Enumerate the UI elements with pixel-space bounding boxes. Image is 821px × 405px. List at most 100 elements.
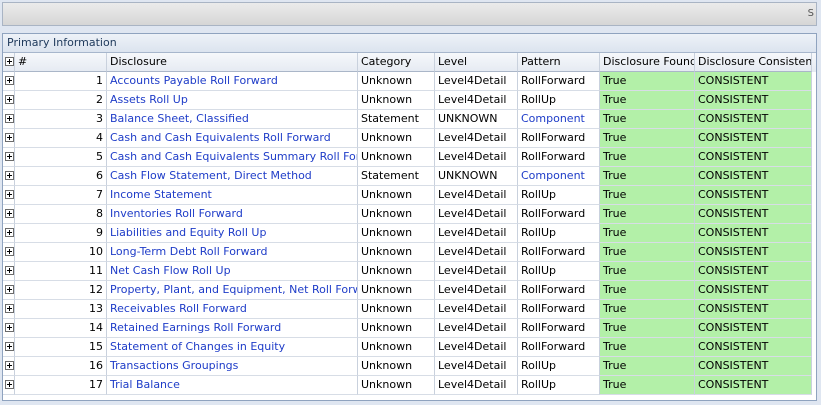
expand-plus-icon[interactable]: [5, 266, 14, 275]
row-number: 14: [15, 319, 107, 338]
expand-plus-icon[interactable]: [5, 304, 14, 313]
table-row[interactable]: 14 Retained Earnings Roll Forward Unknown L…: [3, 319, 816, 338]
disclosure-consistent-cell: CONSISTENT: [695, 338, 812, 357]
row-expand-cell[interactable]: [3, 319, 15, 338]
table-row[interactable]: 17 Trial Balance Unknown Level4Detail RollUp…: [3, 376, 816, 395]
row-expand-cell[interactable]: [3, 72, 15, 91]
row-number: 9: [15, 224, 107, 243]
level-cell: UNKNOWN: [435, 110, 518, 129]
disclosure-found-cell: True: [600, 281, 695, 300]
disclosure-link[interactable]: Cash and Cash Equivalents Summary Roll F…: [107, 148, 358, 167]
disclosure-link[interactable]: Assets Roll Up: [107, 91, 358, 110]
table-row[interactable]: 12 Property, Plant, and Equipment, Net Ro…: [3, 281, 816, 300]
disclosure-link[interactable]: Transactions Groupings: [107, 357, 358, 376]
expand-plus-icon[interactable]: [5, 95, 14, 104]
row-expand-cell[interactable]: [3, 243, 15, 262]
disclosure-consistent-cell: CONSISTENT: [695, 91, 812, 110]
expand-plus-icon[interactable]: [5, 342, 14, 351]
expand-plus-icon[interactable]: [5, 133, 14, 142]
disclosure-link[interactable]: Long-Term Debt Roll Forward: [107, 243, 358, 262]
disclosure-link[interactable]: Balance Sheet, Classified: [107, 110, 358, 129]
disclosure-link[interactable]: Accounts Payable Roll Forward: [107, 72, 358, 91]
row-expand-cell[interactable]: [3, 148, 15, 167]
row-expand-cell[interactable]: [3, 262, 15, 281]
table-row[interactable]: 5 Cash and Cash Equivalents Summary Roll …: [3, 148, 816, 167]
expand-plus-icon[interactable]: [5, 171, 14, 180]
table-row[interactable]: 9 Liabilities and Equity Roll Up Unknown Le…: [3, 224, 816, 243]
disclosure-link[interactable]: Retained Earnings Roll Forward: [107, 319, 358, 338]
disclosure-found-cell: True: [600, 300, 695, 319]
pattern-cell: RollForward: [518, 129, 600, 148]
disclosure-link[interactable]: Receivables Roll Forward: [107, 300, 358, 319]
header-expand-all[interactable]: [3, 53, 15, 72]
table-row[interactable]: 6 Cash Flow Statement, Direct Method State…: [3, 167, 816, 186]
disclosure-link[interactable]: Statement of Changes in Equity: [107, 338, 358, 357]
column-header-number[interactable]: #: [15, 53, 107, 72]
row-expand-cell[interactable]: [3, 300, 15, 319]
table-row[interactable]: 7 Income Statement Unknown Level4Detail Roll…: [3, 186, 816, 205]
table-row[interactable]: 3 Balance Sheet, Classified Statement UNKNO…: [3, 110, 816, 129]
row-expand-cell[interactable]: [3, 281, 15, 300]
table-row[interactable]: 8 Inventories Roll Forward Unknown Level4De…: [3, 205, 816, 224]
row-expand-cell[interactable]: [3, 205, 15, 224]
row-expand-cell[interactable]: [3, 129, 15, 148]
disclosure-consistent-cell: CONSISTENT: [695, 129, 812, 148]
expand-plus-icon[interactable]: [5, 209, 14, 218]
disclosure-link[interactable]: Cash and Cash Equivalents Roll Forward: [107, 129, 358, 148]
table-row[interactable]: 13 Receivables Roll Forward Unknown Level4D…: [3, 300, 816, 319]
expand-plus-icon[interactable]: [5, 190, 14, 199]
level-cell: Level4Detail: [435, 338, 518, 357]
expand-plus-icon[interactable]: [5, 152, 14, 161]
expand-plus-icon[interactable]: [5, 114, 14, 123]
disclosure-link[interactable]: Property, Plant, and Equipment, Net Roll…: [107, 281, 358, 300]
expand-plus-icon[interactable]: [5, 228, 14, 237]
expand-plus-icon[interactable]: [5, 76, 14, 85]
row-expand-cell[interactable]: [3, 186, 15, 205]
category-cell: Unknown: [358, 376, 435, 395]
expand-plus-icon[interactable]: [5, 247, 14, 256]
column-header-disclosure-found[interactable]: Disclosure Found: [600, 53, 695, 72]
expand-plus-icon[interactable]: [5, 285, 14, 294]
expand-all-icon[interactable]: [5, 57, 14, 66]
table-row[interactable]: 4 Cash and Cash Equivalents Roll Forward U…: [3, 129, 816, 148]
disclosure-consistent-cell: CONSISTENT: [695, 243, 812, 262]
column-header-disclosure[interactable]: Disclosure: [107, 53, 358, 72]
row-expand-cell[interactable]: [3, 224, 15, 243]
table-row[interactable]: 16 Transactions Groupings Unknown Level4Det…: [3, 357, 816, 376]
disclosure-link[interactable]: Liabilities and Equity Roll Up: [107, 224, 358, 243]
row-number: 1: [15, 72, 107, 91]
row-number: 11: [15, 262, 107, 281]
column-header-pattern[interactable]: Pattern: [518, 53, 600, 72]
category-cell: Unknown: [358, 338, 435, 357]
level-cell: Level4Detail: [435, 300, 518, 319]
table-row[interactable]: 1 Accounts Payable Roll Forward Unknown Lev…: [3, 72, 816, 91]
row-expand-cell[interactable]: [3, 357, 15, 376]
category-cell: Unknown: [358, 129, 435, 148]
disclosure-found-cell: True: [600, 110, 695, 129]
row-expand-cell[interactable]: [3, 376, 15, 395]
category-cell: Unknown: [358, 224, 435, 243]
row-expand-cell[interactable]: [3, 338, 15, 357]
row-expand-cell[interactable]: [3, 110, 15, 129]
disclosure-link[interactable]: Inventories Roll Forward: [107, 205, 358, 224]
table-row[interactable]: 2 Assets Roll Up Unknown Level4Detail RollUp…: [3, 91, 816, 110]
table-row[interactable]: 15 Statement of Changes in Equity Unknown L…: [3, 338, 816, 357]
disclosure-link[interactable]: Trial Balance: [107, 376, 358, 395]
disclosure-found-cell: True: [600, 167, 695, 186]
row-expand-cell[interactable]: [3, 91, 15, 110]
disclosure-link[interactable]: Net Cash Flow Roll Up: [107, 262, 358, 281]
column-header-level[interactable]: Level: [435, 53, 518, 72]
disclosure-consistent-cell: CONSISTENT: [695, 110, 812, 129]
pattern-cell: RollUp: [518, 91, 600, 110]
column-header-disclosure-consistent[interactable]: Disclosure Consistent: [695, 53, 812, 72]
disclosure-consistent-cell: CONSISTENT: [695, 224, 812, 243]
expand-plus-icon[interactable]: [5, 323, 14, 332]
table-row[interactable]: 10 Long-Term Debt Roll Forward Unknown Leve…: [3, 243, 816, 262]
disclosure-link[interactable]: Cash Flow Statement, Direct Method: [107, 167, 358, 186]
expand-plus-icon[interactable]: [5, 361, 14, 370]
row-expand-cell[interactable]: [3, 167, 15, 186]
table-row[interactable]: 11 Net Cash Flow Roll Up Unknown Level4Deta…: [3, 262, 816, 281]
column-header-category[interactable]: Category: [358, 53, 435, 72]
expand-plus-icon[interactable]: [5, 380, 14, 389]
disclosure-link[interactable]: Income Statement: [107, 186, 358, 205]
